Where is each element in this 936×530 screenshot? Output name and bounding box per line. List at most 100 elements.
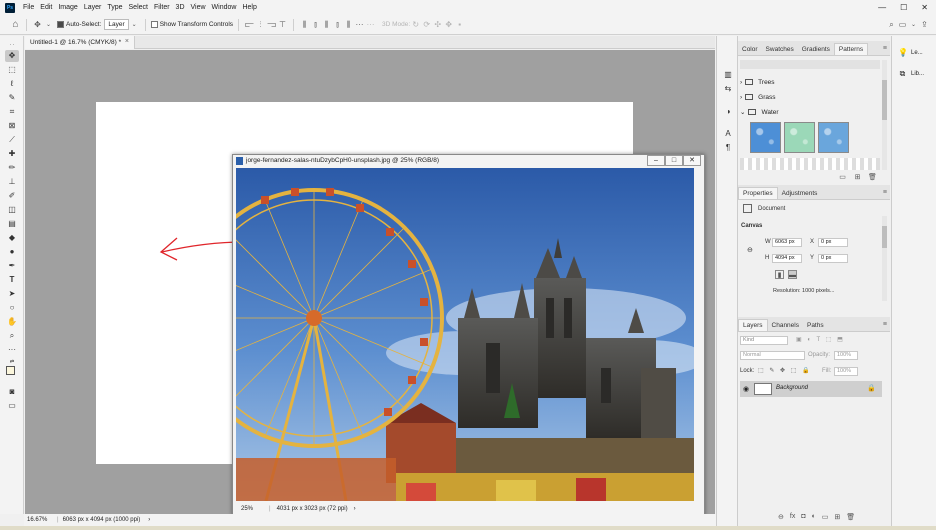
menu-3d[interactable]: 3D	[173, 4, 188, 11]
y-field[interactable]: 0 px	[818, 254, 848, 263]
show-transform-checkbox[interactable]	[150, 21, 158, 28]
menu-file[interactable]: File	[20, 4, 37, 11]
align-top-icon[interactable]: ⊤	[277, 20, 288, 29]
canvas-area[interactable]: jorge-fernandez-salas-ntuDzybCpH0-unspla…	[25, 50, 715, 514]
properties-scrollbar[interactable]	[882, 216, 887, 301]
height-field[interactable]: 4094 px	[772, 254, 802, 263]
tab-adjustments[interactable]: Adjustments	[778, 188, 822, 199]
dodge-tool-icon[interactable]: ●	[5, 246, 19, 258]
menu-layer[interactable]: Layer	[81, 4, 105, 11]
foreground-color-swatch[interactable]	[6, 366, 15, 375]
brush-tool-icon[interactable]: ✏	[5, 162, 19, 174]
chevron-down-icon[interactable]: ⌄	[908, 21, 919, 28]
home-icon[interactable]: ⌂	[10, 19, 21, 30]
link-icon[interactable]: ⊖	[747, 246, 753, 254]
learn-panel-button[interactable]: 💡 Le...	[898, 48, 923, 57]
menu-window[interactable]: Window	[209, 4, 240, 11]
portrait-orientation-icon[interactable]: ▮	[775, 270, 784, 279]
history-brush-tool-icon[interactable]: ✐	[5, 190, 19, 202]
histogram-icon[interactable]: ▥	[722, 69, 734, 80]
adjustment-layer-icon[interactable]: ◐	[812, 513, 816, 521]
shape-tool-icon[interactable]: ○	[5, 302, 19, 314]
panel-menu-icon[interactable]: ≡	[883, 189, 887, 196]
visibility-eye-icon[interactable]: ◉	[743, 385, 749, 393]
pattern-group-grass[interactable]: › Grass	[740, 90, 880, 104]
auto-select-dropdown[interactable]: Layer	[104, 19, 129, 30]
folder-icon[interactable]: ▭	[838, 173, 847, 182]
gradient-tool-icon[interactable]: ▤	[5, 218, 19, 230]
fill-field[interactable]: 100%	[834, 367, 858, 376]
tab-channels[interactable]: Channels	[768, 320, 803, 331]
lock-icons[interactable]: ⬚ ✎ ✥ ⬚ 🔒	[758, 367, 812, 374]
align-left-icon[interactable]: ⫍	[244, 20, 255, 30]
zoom-level[interactable]: 16.67%	[27, 517, 53, 523]
pattern-swatch[interactable]	[818, 122, 849, 153]
pen-tool-icon[interactable]: ✒	[5, 260, 19, 272]
character-icon[interactable]: A	[722, 128, 734, 139]
layer-filter-dropdown[interactable]: Kind	[740, 336, 788, 345]
chevron-right-icon[interactable]: ›	[740, 79, 742, 86]
fx-icon[interactable]: fx	[790, 513, 795, 521]
pattern-group-water[interactable]: ⌄ Water	[740, 105, 880, 119]
menu-type[interactable]: Type	[104, 4, 125, 11]
eraser-tool-icon[interactable]: ◫	[5, 204, 19, 216]
move-tool-icon[interactable]: ✥	[5, 50, 19, 62]
hand-tool-icon[interactable]: ✋	[5, 316, 19, 328]
distribute-icon[interactable]: ⫼	[321, 20, 332, 30]
pattern-swatch[interactable]	[750, 122, 781, 153]
path-select-tool-icon[interactable]: ➤	[5, 288, 19, 300]
more-icon[interactable]: ···	[354, 20, 365, 29]
menu-view[interactable]: View	[188, 4, 209, 11]
document-tab[interactable]: Untitled-1 @ 16.7% (CMYK/8) * ×	[25, 36, 135, 49]
landscape-orientation-icon[interactable]: ▬	[788, 270, 797, 279]
share-icon[interactable]: ⇪	[919, 20, 930, 29]
layer-filter-icons[interactable]: ▣ ◐ T ⬚ ⬒	[796, 336, 845, 343]
quick-mask-icon[interactable]: ◙	[5, 386, 19, 398]
marquee-tool-icon[interactable]: ⬚	[5, 64, 19, 76]
auto-select-checkbox[interactable]	[57, 21, 64, 28]
quick-select-tool-icon[interactable]: ✎	[5, 92, 19, 104]
add-icon[interactable]: ⊞	[853, 173, 862, 182]
scale-icon[interactable]: ▪	[454, 20, 465, 29]
chevron-right-icon[interactable]: ›	[148, 517, 150, 523]
tab-gradients[interactable]: Gradients	[798, 44, 834, 55]
chevron-right-icon[interactable]: ›	[740, 94, 742, 101]
maximize-button[interactable]: □	[665, 155, 683, 166]
stamp-tool-icon[interactable]: ⊥	[5, 176, 19, 188]
zoom-tool-icon[interactable]: ⌕	[5, 330, 19, 342]
pattern-group-trees[interactable]: › Trees	[740, 75, 880, 89]
align-right-icon[interactable]: ⫎	[266, 20, 277, 30]
layer-row-background[interactable]: ◉ Background 🔒	[740, 381, 882, 397]
canvas-heading[interactable]: Canvas	[741, 223, 762, 229]
trash-icon[interactable]: 🗑	[846, 513, 855, 521]
distribute-icon[interactable]: ⫼	[299, 20, 310, 30]
patterns-scrollbar[interactable]	[882, 60, 887, 170]
distribute-icon[interactable]: ⫾	[332, 20, 343, 30]
panel-menu-icon[interactable]: ≡	[883, 45, 887, 52]
chevron-down-icon[interactable]: ⌄	[129, 21, 140, 28]
type-tool-icon[interactable]: T	[5, 274, 19, 286]
tab-swatches[interactable]: Swatches	[762, 44, 798, 55]
add-icon[interactable]: ⊞	[834, 513, 840, 521]
mask-icon[interactable]: ◘	[801, 513, 805, 521]
menu-filter[interactable]: Filter	[151, 4, 173, 11]
pattern-swatch-row[interactable]	[740, 158, 880, 170]
blur-tool-icon[interactable]: ◆	[5, 232, 19, 244]
search-icon[interactable]: ⌕	[886, 20, 897, 30]
libraries-panel-button[interactable]: ⧉ Lib...	[898, 69, 924, 78]
resolution-text[interactable]: Resolution: 1000 pixels...	[773, 288, 834, 294]
folder-icon[interactable]: ▭	[822, 513, 829, 521]
floating-zoom-level[interactable]: 25%	[241, 506, 263, 512]
trash-icon[interactable]: 🗑	[868, 173, 877, 182]
tab-layers[interactable]: Layers	[738, 319, 768, 331]
photo-ghent-ferris-wheel[interactable]	[236, 168, 694, 501]
more-icon[interactable]: ···	[365, 20, 376, 29]
lasso-tool-icon[interactable]: ℓ	[5, 78, 19, 90]
pan-icon[interactable]: ✣	[432, 20, 443, 29]
opacity-field[interactable]: 100%	[834, 351, 858, 360]
tab-color[interactable]: Color	[738, 44, 762, 55]
lock-icon[interactable]: 🔒	[867, 384, 876, 392]
tab-paths[interactable]: Paths	[803, 320, 828, 331]
screen-mode-icon[interactable]: ▭	[5, 400, 19, 412]
menu-image[interactable]: Image	[55, 4, 80, 11]
